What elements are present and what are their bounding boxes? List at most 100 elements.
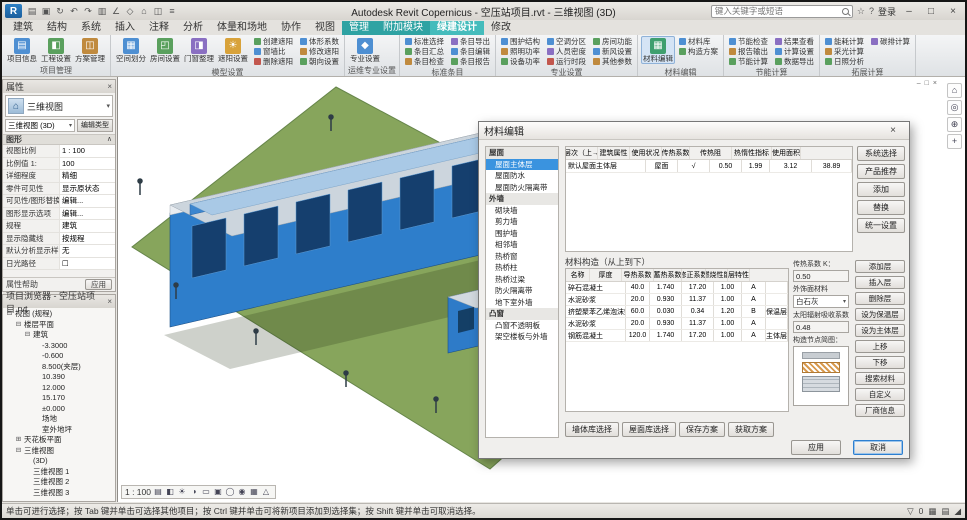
dialog-button[interactable]: 系统选择 <box>857 146 905 161</box>
ribbon-button-small[interactable]: 窗墙比 <box>252 46 295 56</box>
ribbon-tab[interactable]: 协作 <box>274 21 308 35</box>
component-category-item[interactable]: 屋面防火隔离带 <box>486 182 558 194</box>
browser-tree-item[interactable]: (3D) <box>3 456 115 467</box>
tree-expand-icon[interactable]: ⊟ <box>6 309 13 320</box>
ribbon-button-small[interactable]: 条目编辑 <box>449 46 492 56</box>
ribbon-group-label[interactable]: 专业设置 <box>499 67 634 77</box>
property-row[interactable]: 显示隐藏线 按规程 <box>3 233 115 246</box>
browser-tree-item[interactable]: 12.000 <box>3 383 115 394</box>
ribbon-button-small[interactable]: 采光计算 <box>823 46 866 56</box>
component-category-item[interactable]: 围护墙 <box>486 228 558 240</box>
ribbon-group-label[interactable]: 节能计算 <box>727 67 816 77</box>
property-row[interactable]: 详细程度 精细 <box>3 170 115 183</box>
ribbon-button-small[interactable]: 构造方案 <box>677 46 720 56</box>
browser-tree-item[interactable]: 三维视图 1 <box>3 467 115 478</box>
dialog-button[interactable]: 替换 <box>857 200 905 215</box>
ribbon-button-small[interactable]: 报告输出 <box>727 46 770 56</box>
column-header[interactable]: 使用状况 <box>630 147 662 159</box>
component-category-item[interactable]: 热桥柱 <box>486 262 558 274</box>
quick-access-icon[interactable]: ▤ <box>25 4 39 18</box>
ribbon-button-small[interactable]: 运行时段 <box>545 56 588 66</box>
column-header[interactable]: 构件层次（上→下） <box>566 147 598 159</box>
close-icon[interactable]: × <box>107 82 112 91</box>
ribbon-tab[interactable]: 附加模块 <box>376 21 430 35</box>
ribbon-button-small[interactable]: 条目检查 <box>403 56 446 66</box>
ribbon-button-small[interactable]: 其他参数 <box>591 56 634 66</box>
view-control-icon[interactable]: ▦ <box>248 486 260 498</box>
type-selector[interactable]: ⌂ 三维视图 ▾ <box>5 95 113 117</box>
view-minimize-icon[interactable]: – <box>917 80 921 87</box>
solar-absorb-field[interactable] <box>793 321 849 333</box>
property-row[interactable]: 日光路径 ☐ <box>3 258 115 271</box>
cancel-button[interactable]: 取消 <box>853 440 903 455</box>
component-category-item[interactable]: 外墙 <box>486 193 558 205</box>
browser-tree-item[interactable]: ⊟视图 (规程) <box>3 309 115 320</box>
ribbon-group-label[interactable]: 模型设置 <box>114 67 341 77</box>
apply-button[interactable]: 应用 <box>791 440 841 455</box>
component-category-item[interactable]: 热桥窗 <box>486 251 558 263</box>
ribbon-tab[interactable]: 插入 <box>108 21 142 35</box>
browser-tree-item[interactable]: ±0.000 <box>3 404 115 415</box>
view-control-icon[interactable]: ▤ <box>152 486 164 498</box>
ribbon-tab[interactable]: 管理 <box>342 21 376 35</box>
ribbon-button[interactable]: ◆ 专业设置 <box>348 36 382 64</box>
browser-tree-item[interactable]: 三维视图 2 <box>3 477 115 488</box>
browser-tree-item[interactable]: ⊟楼层平面 <box>3 320 115 331</box>
ribbon-button-small[interactable]: 条目汇总 <box>403 46 446 56</box>
ribbon-tab[interactable]: 修改 <box>484 21 518 35</box>
column-header[interactable]: 燃烧性能 <box>706 269 728 281</box>
navigation-icon[interactable]: ◎ <box>947 100 962 115</box>
view-restore-icon[interactable]: □ <box>925 80 929 87</box>
dialog-button[interactable]: 删除层 <box>855 292 905 305</box>
help-icon[interactable]: ? <box>869 6 874 16</box>
component-category-item[interactable]: 凸窗 <box>486 308 558 320</box>
ribbon-tab[interactable]: 系统 <box>74 21 108 35</box>
view-close-icon[interactable]: × <box>933 80 937 87</box>
component-category-item[interactable]: 热桥过梁 <box>486 274 558 286</box>
quick-access-icon[interactable]: ▣ <box>39 4 53 18</box>
component-category-item[interactable]: 架空楼板与外墙 <box>486 331 558 343</box>
close-button[interactable]: × <box>944 6 962 17</box>
dialog-button[interactable]: 插入层 <box>855 276 905 289</box>
ribbon-button-small[interactable]: 标准选择 <box>403 36 446 46</box>
window[interactable] <box>348 182 382 242</box>
dialog-button[interactable]: 设为主体层 <box>855 324 905 337</box>
editable-only-icon[interactable]: ▦ <box>928 506 936 517</box>
ribbon-button[interactable]: ◧ 工程设置 <box>39 36 73 64</box>
ribbon-group-label[interactable]: 标准条目 <box>403 67 492 77</box>
browser-tree-item[interactable]: ⊞天花板平面 <box>3 435 115 446</box>
column-header[interactable]: 热惰性指标 <box>732 147 772 159</box>
dialog-button[interactable]: 屋面库选择 <box>622 422 676 437</box>
view-control-icon[interactable]: △ <box>260 486 272 498</box>
view-control-icon[interactable]: ◯ <box>224 486 236 498</box>
ribbon-button-small[interactable]: 计算设置 <box>773 46 816 56</box>
sign-in-button[interactable]: 登录 <box>878 5 896 18</box>
ribbon-button[interactable]: ☀ 遮阳设置 <box>216 36 250 64</box>
component-category-item[interactable]: 相邻墙 <box>486 239 558 251</box>
ribbon-button-small[interactable]: 条目导出 <box>449 36 492 46</box>
component-category-item[interactable]: 砌块墙 <box>486 205 558 217</box>
property-row[interactable]: 零件可见性 显示原状态 <box>3 183 115 196</box>
ribbon-button-small[interactable]: 日照分析 <box>823 56 866 66</box>
table-row[interactable]: 默认屋面主体层 屋面 √ 0.50 1.99 3.12 38.89 <box>566 160 852 173</box>
ribbon-tab[interactable]: 注释 <box>142 21 176 35</box>
view-control-icon[interactable]: ▭ <box>200 486 212 498</box>
ribbon-button-small[interactable]: 创建遮阳 <box>252 36 295 46</box>
view-control-icon[interactable]: ◉ <box>236 486 248 498</box>
navigation-icon[interactable]: ⊕ <box>947 117 962 132</box>
property-row[interactable]: 可见性/图形替换 编辑... <box>3 195 115 208</box>
ribbon-button-small[interactable]: 节能检查 <box>727 36 770 46</box>
browser-tree-item[interactable]: -3.3000 <box>3 341 115 352</box>
tree-expand-icon[interactable]: ⊟ <box>24 330 31 341</box>
quick-access-icon[interactable]: ▥ <box>95 4 109 18</box>
dialog-button[interactable]: 获取方案 <box>728 422 774 437</box>
component-category-item[interactable]: 屋面 <box>486 147 558 159</box>
ribbon-tab[interactable]: 绿建设计 <box>430 21 484 35</box>
quick-access-icon[interactable]: ≡ <box>165 4 179 18</box>
dialog-button[interactable]: 产品推荐 <box>857 164 905 179</box>
k-factor-field[interactable] <box>793 270 849 282</box>
column-header[interactable]: 建筑属性 <box>598 147 630 159</box>
ribbon-button[interactable]: ▦ 空间划分 <box>114 36 148 64</box>
quick-access-icon[interactable]: ⌂ <box>137 4 151 18</box>
quick-access-icon[interactable]: ∠ <box>109 4 123 18</box>
